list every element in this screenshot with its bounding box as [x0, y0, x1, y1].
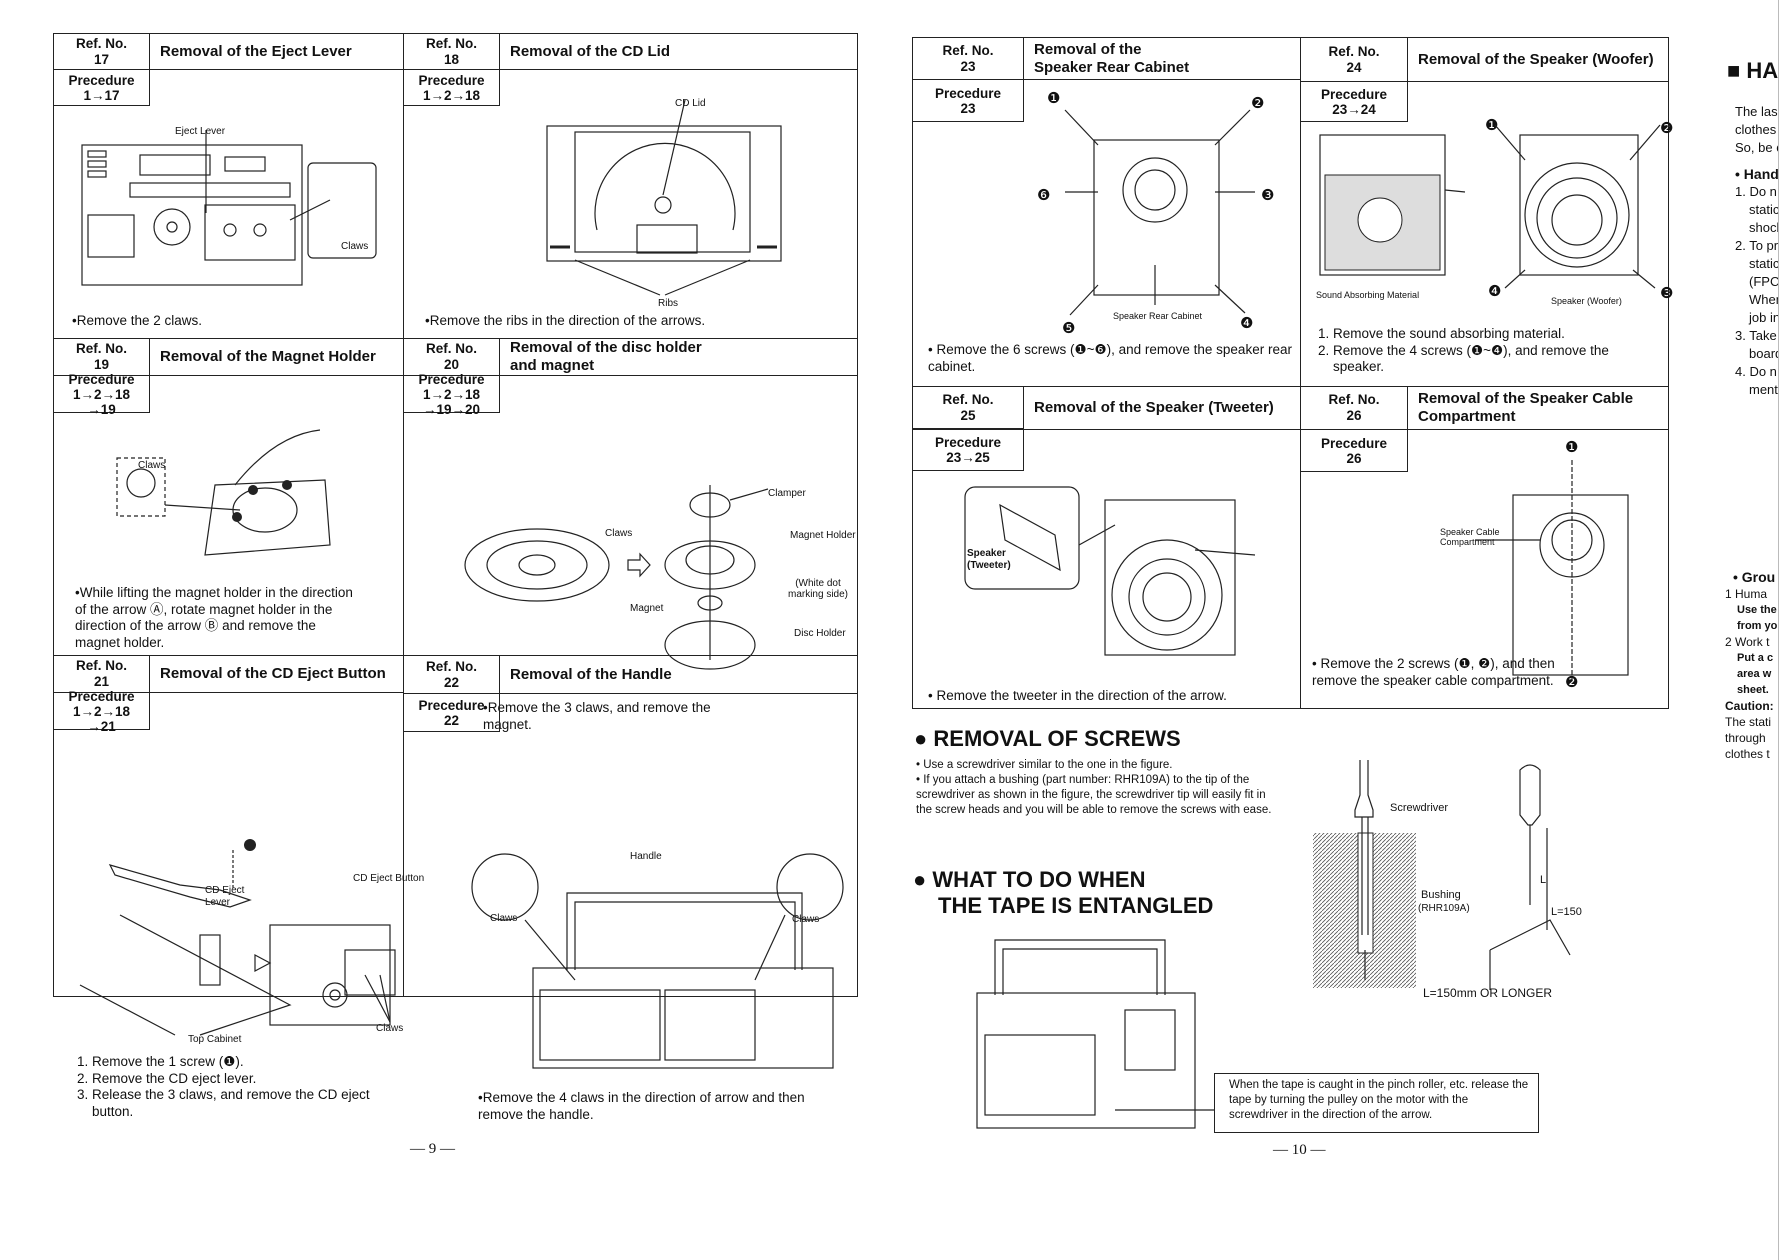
procedure-box: Precedure 1→2→18 →19: [54, 372, 150, 417]
section-title: Removal of the Handle: [500, 656, 857, 694]
callout-ribs: Ribs: [658, 298, 679, 309]
section-note: • Remove the tweeter in the direction of…: [928, 688, 1227, 703]
procedure-box: Precedure 22: [404, 694, 500, 732]
ref-no-box: Ref. No. 20: [404, 339, 500, 376]
screw-marker-3: ❸: [1261, 187, 1275, 204]
tape-heading-line1: ● WHAT TO DO WHEN: [913, 867, 1146, 892]
section-note: • Remove the 6 screws (❶~❻), and remove …: [928, 342, 1292, 374]
side-text-block-2: • Grou 1 Huma Use the from yo 2 Work t P…: [1725, 569, 1778, 761]
screw-marker-1: ❶: [1047, 90, 1061, 107]
procedure-box: Precedure 1→17: [54, 70, 150, 106]
tape-deck-illustration: [976, 939, 1215, 1129]
side-page: ■ HA The las clothes So, be c • Hand 1. …: [1725, 50, 1778, 820]
callout-speaker-cable-compartment: Speaker Cable Compartment: [1440, 527, 1500, 547]
screw-marker-1: ❶: [1565, 439, 1579, 456]
callout-white-dot: (White dot marking side): [787, 578, 849, 600]
ref-no-box: Ref. No. 21: [54, 656, 150, 693]
tape-instruction-box: When the tape is caught in the pinch rol…: [1214, 1073, 1539, 1133]
callout-cd-lid: CD Lid: [675, 98, 706, 109]
step: Remove the CD eject lever.: [92, 1071, 402, 1088]
screws-bullet-2: • If you attach a bushing (part number: …: [916, 774, 1272, 816]
callout-speaker-woofer: Speaker (Woofer): [1551, 296, 1622, 306]
ref-no-box: Ref. No. 19: [54, 339, 150, 376]
eject-lever-illustration: [81, 130, 377, 286]
ref-no-box: Ref. No. 25: [913, 387, 1024, 429]
side-heading: ■ HA: [1727, 58, 1778, 83]
procedure-box: Precedure 23→24: [1301, 82, 1408, 122]
section-title: Removal of the CD Lid: [500, 34, 857, 70]
section-note: •Remove the ribs in the direction of the…: [425, 313, 706, 328]
section-note: •Remove the 2 claws.: [72, 313, 203, 328]
section-title: Removal of the Speaker Cable Compartment: [1408, 387, 1668, 430]
procedure-box: Precedure 23: [913, 80, 1024, 122]
cable-compartment-illustration: [1475, 460, 1629, 680]
page-number-right: — 10 —: [1273, 1142, 1326, 1158]
ref-no-box: Ref. No. 26: [1301, 387, 1408, 430]
section-title: Removal of the CD Eject Button: [150, 656, 403, 693]
title-underline: [500, 375, 857, 376]
screwdriver-illustration: [1313, 760, 1571, 990]
screws-bullet-1: • Use a screwdriver similar to the one i…: [916, 759, 1173, 771]
side-page-edge: [1778, 0, 1779, 1260]
step: Remove the 1 screw (❶).: [92, 1054, 402, 1071]
ref-no-box: Ref. No. 22: [404, 656, 500, 694]
screw-marker-6: ❻: [1037, 187, 1051, 204]
ref-no-box: Ref. No. 23: [913, 38, 1024, 80]
section-title: Removal of the Speaker (Tweeter): [1034, 399, 1274, 416]
section-note: •Remove the 3 claws, and remove the magn…: [483, 700, 711, 732]
procedure-box: Precedure 1→2→18 →21: [54, 689, 150, 734]
ref-no-box: Ref. No. 24: [1301, 38, 1408, 82]
ref-no-box: Ref. No. 18: [404, 34, 500, 70]
callout-magnet-holder: Magnet Holder: [790, 530, 856, 541]
section-title: Removal of the disc holder and magnet: [500, 339, 730, 376]
tweeter-illustration: [964, 486, 1256, 656]
callout-sound-absorbing-material: Sound Absorbing Material: [1316, 290, 1420, 300]
section-steps: Remove the 1 screw (❶). Remove the CD ej…: [72, 1054, 402, 1120]
right-page-center-divider: [1300, 37, 1301, 709]
title-underline: [913, 429, 1300, 430]
procedure-box: Precedure 23→25: [913, 429, 1024, 471]
page-number-left: — 9 —: [410, 1141, 455, 1157]
section-steps: Remove the sound absorbing material. Rem…: [1313, 326, 1663, 376]
magnet-holder-illustration: [116, 429, 331, 556]
disc-holder-illustration: [464, 485, 769, 670]
section-title: Removal of the Eject Lever: [150, 34, 403, 70]
tape-heading-line2: THE TAPE IS ENTANGLED: [938, 893, 1214, 918]
section-title: Removal of the Speaker (Woofer): [1408, 38, 1668, 82]
callout-disc-holder: Disc Holder: [794, 628, 846, 639]
procedure-box: Precedure 26: [1301, 430, 1408, 472]
step: Release the 3 claws, and remove the CD e…: [92, 1087, 402, 1120]
cd-eject-button-illustration: [79, 839, 396, 1036]
removal-of-screws-heading: ● REMOVAL OF SCREWS: [914, 726, 1181, 751]
ref-no-box: Ref. No. 17: [54, 34, 150, 70]
callout-top-cabinet: Top Cabinet: [188, 1034, 242, 1045]
side-text-block-1: The las clothes So, be c • Hand 1. Do n …: [1735, 104, 1778, 397]
procedure-box: Precedure 1→2→18: [404, 70, 500, 106]
section-note: • Remove the 2 screws (❶, ❷), and then r…: [1312, 656, 1555, 688]
procedure-box: Precedure 1→2→18 →19→20: [404, 372, 500, 417]
section-title: Removal of the Speaker Rear Cabinet: [1024, 38, 1300, 80]
handle-illustration: [471, 853, 844, 1069]
cd-lid-illustration: [546, 99, 782, 296]
step: Remove the sound absorbing material.: [1333, 326, 1663, 343]
speaker-rear-cabinet-illustration: [1064, 109, 1255, 316]
section-note: •While lifting the magnet holder in the …: [75, 585, 353, 650]
step: Remove the 4 screws (❶~❹), and remove th…: [1333, 343, 1663, 376]
woofer-illustration: [1319, 124, 1661, 289]
section-title: Removal of the Magnet Holder: [150, 339, 403, 376]
section-note: •Remove the 4 claws in the direction of …: [478, 1090, 805, 1122]
callout-clamper: Clamper: [768, 488, 806, 499]
